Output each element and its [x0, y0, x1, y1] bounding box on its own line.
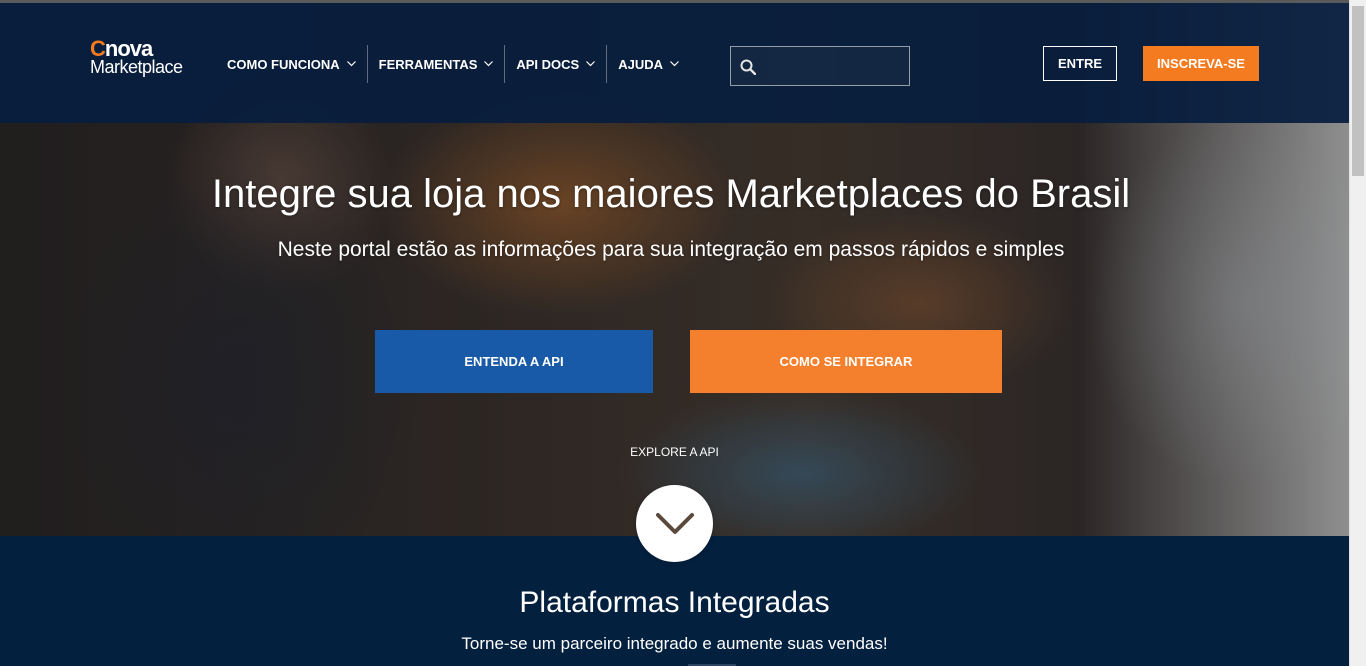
chevron-down-icon — [586, 61, 596, 67]
scrollbar-thumb[interactable] — [1352, 6, 1364, 176]
hero-subtitle: Neste portal estão as informações para s… — [277, 238, 1065, 261]
nav-item-ferramentas[interactable]: FERRAMENTAS — [368, 45, 505, 83]
nav-item-como-funciona[interactable]: COMO FUNCIONA — [216, 45, 367, 83]
hero-title: Integre sua loja nos maiores Marketplace… — [211, 172, 1131, 216]
nav-item-label: COMO FUNCIONA — [227, 56, 340, 72]
login-button[interactable]: ENTRE — [1043, 46, 1117, 81]
logo-word-marketplace: Marketplace — [90, 57, 183, 77]
site-header: Cnova Marketplace COMO FUNCIONA FERRAMEN… — [0, 3, 1349, 123]
how-to-integrate-button[interactable]: COMO SE INTEGRAR — [690, 330, 1002, 393]
search-icon[interactable] — [740, 59, 756, 75]
explore-api-link[interactable]: EXPLORE A API — [0, 445, 1349, 459]
chevron-down-icon — [655, 512, 694, 534]
signup-button[interactable]: INSCREVA-SE — [1143, 46, 1259, 81]
nav-item-ajuda[interactable]: AJUDA — [607, 45, 690, 83]
page: Cnova Marketplace COMO FUNCIONA FERRAMEN… — [0, 0, 1349, 666]
vertical-scrollbar[interactable] — [1349, 0, 1366, 666]
main-nav: COMO FUNCIONA FERRAMENTAS API DOCS AJUDA — [216, 45, 690, 83]
platforms-title: Plataformas Integradas — [519, 586, 830, 619]
nav-item-label: FERRAMENTAS — [378, 56, 478, 72]
nav-item-api-docs[interactable]: API DOCS — [505, 45, 606, 83]
nav-item-label: AJUDA — [618, 56, 664, 72]
search-input[interactable] — [763, 47, 907, 87]
chevron-down-icon — [346, 61, 356, 67]
site-logo[interactable]: Cnova Marketplace — [90, 38, 183, 77]
chevron-down-icon — [670, 61, 679, 67]
platforms-subtitle: Torne-se um parceiro integrado e aumente… — [461, 634, 888, 653]
nav-item-label: API DOCS — [516, 56, 580, 72]
chevron-down-icon — [484, 61, 494, 67]
search-box — [730, 46, 910, 87]
understand-api-button[interactable]: ENTENDA A API — [375, 330, 653, 393]
scroll-down-button[interactable] — [636, 485, 713, 562]
